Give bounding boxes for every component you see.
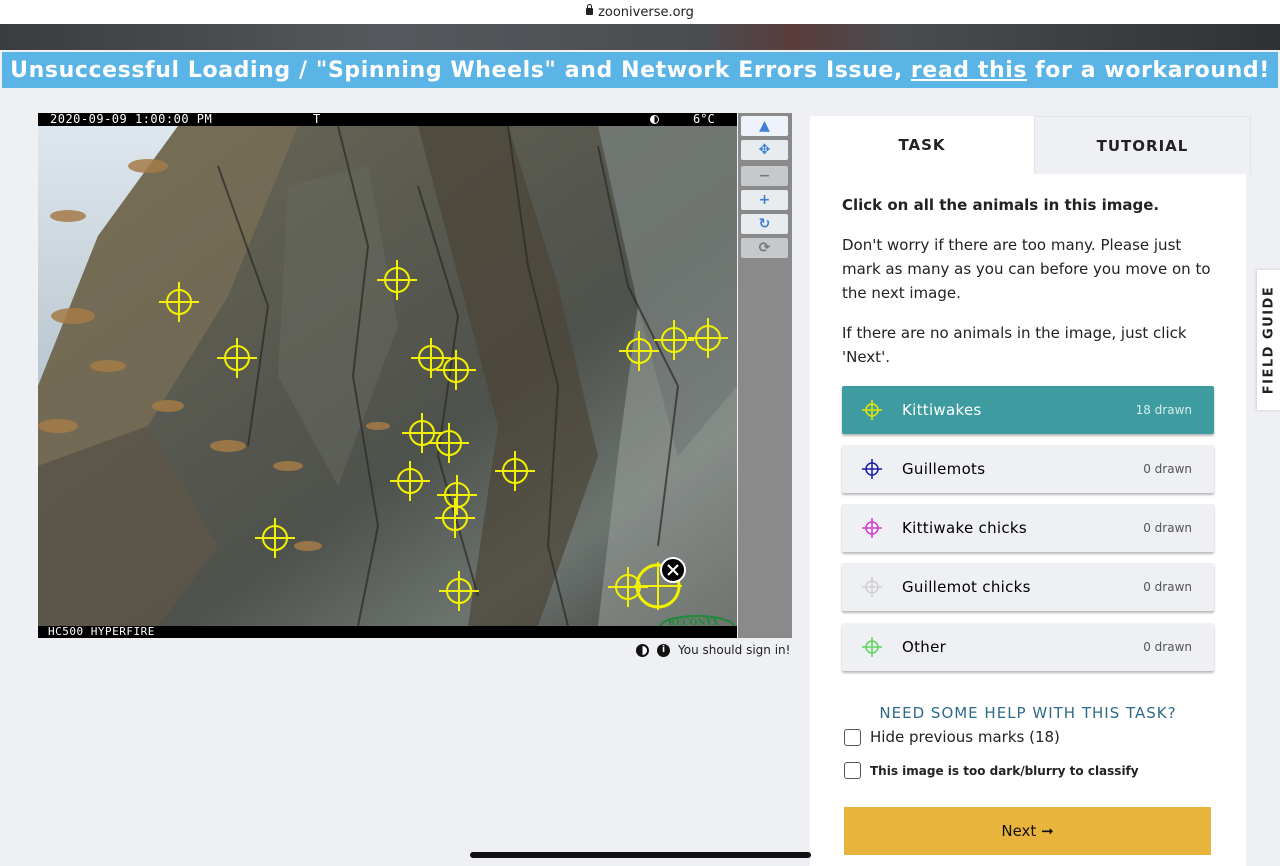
choice-kittiwake-chicks[interactable]: Kittiwake chicks 0 drawn xyxy=(842,504,1214,552)
task-instruction-1: Don't worry if there are too many. Pleas… xyxy=(842,236,1211,302)
cursor-arrow-icon: ▲ xyxy=(759,118,770,134)
task-help-link[interactable]: NEED SOME HELP WITH THIS TASK? xyxy=(842,704,1214,722)
image-toolbar: ▲ ✥ − + ↻ ⟳ xyxy=(738,113,792,638)
choice-count: 18 drawn xyxy=(1135,403,1192,417)
next-button[interactable]: Next ➞ xyxy=(844,807,1211,855)
home-indicator xyxy=(470,852,811,858)
plus-icon: + xyxy=(758,192,771,208)
tab-tutorial[interactable]: TUTORIAL xyxy=(1034,116,1251,174)
reconyx-logo-text: RECONYX xyxy=(668,618,719,628)
choice-count: 0 drawn xyxy=(1143,521,1192,535)
invert-colors-icon[interactable] xyxy=(636,643,649,657)
field-guide-tab[interactable]: FIELD GUIDE xyxy=(1257,270,1280,410)
info-icon[interactable]: i xyxy=(657,643,670,657)
crosshair-icon xyxy=(842,576,902,598)
choice-other[interactable]: Other 0 drawn xyxy=(842,623,1214,671)
annotate-tool-button[interactable]: ▲ xyxy=(741,116,788,136)
subject-image-viewer[interactable]: 2020-09-09 1:00:00 PM T 6°C HC500 HYPERF… xyxy=(38,113,737,638)
choice-count: 0 drawn xyxy=(1143,462,1192,476)
zoom-out-button[interactable]: − xyxy=(741,166,788,186)
task-instruction-2: If there are no animals in the image, ju… xyxy=(842,324,1187,366)
cliff-photo[interactable] xyxy=(38,126,737,626)
crosshair-icon xyxy=(842,458,902,480)
too-dark-label: This image is too dark/blurry to classif… xyxy=(870,763,1139,778)
rotate-button[interactable]: ↻ xyxy=(741,214,788,234)
rotate-icon: ↻ xyxy=(758,216,771,232)
camera-info-bar: 2020-09-09 1:00:00 PM T 6°C xyxy=(38,113,737,126)
header-strip xyxy=(0,24,1280,50)
choice-label: Other xyxy=(902,638,947,656)
sign-in-notice[interactable]: You should sign in! xyxy=(678,643,790,657)
camera-temperature: 6°C xyxy=(693,113,715,126)
task-panel: TASK TUTORIAL Click on all the animals i… xyxy=(810,116,1251,866)
camera-model: HC500 HYPERFIRE xyxy=(48,625,155,638)
too-dark-checkbox[interactable]: This image is too dark/blurry to classif… xyxy=(844,762,1139,779)
task-tabs: TASK TUTORIAL xyxy=(810,116,1251,174)
url-text: zooniverse.org xyxy=(598,4,694,20)
reset-button[interactable]: ⟳ xyxy=(741,238,788,258)
choice-kittiwakes[interactable]: Kittiwakes 18 drawn xyxy=(842,386,1214,434)
hide-marks-checkbox[interactable]: Hide previous marks (18) xyxy=(844,728,1060,746)
camera-model-bar: HC500 HYPERFIRE RECONYX xyxy=(38,618,737,638)
banner-read-this-link[interactable]: read this xyxy=(911,58,1027,83)
checkbox-box[interactable] xyxy=(844,762,861,779)
moon-phase-icon xyxy=(650,115,659,124)
camera-mode: T xyxy=(313,113,321,126)
zoom-in-button[interactable]: + xyxy=(741,190,788,210)
viewer-footer: i You should sign in! xyxy=(636,641,790,659)
delete-mark-button xyxy=(660,557,686,583)
hide-marks-label: Hide previous marks (18) xyxy=(870,728,1060,746)
crosshair-icon xyxy=(842,636,902,658)
move-tool-button[interactable]: ✥ xyxy=(741,140,788,160)
field-guide-label: FIELD GUIDE xyxy=(1261,285,1276,395)
move-arrows-icon: ✥ xyxy=(758,142,771,158)
checkbox-box[interactable] xyxy=(844,728,861,746)
camera-datetime: 2020-09-09 1:00:00 PM xyxy=(50,113,213,126)
reset-icon: ⟳ xyxy=(758,240,771,256)
choice-label: Guillemots xyxy=(902,460,986,478)
lock-icon xyxy=(586,3,594,15)
crosshair-icon xyxy=(842,399,902,421)
choice-guillemots[interactable]: Guillemots 0 drawn xyxy=(842,445,1214,493)
crosshair-icon xyxy=(842,517,902,539)
browser-url-bar[interactable]: zooniverse.org xyxy=(0,0,1280,24)
tab-task[interactable]: TASK xyxy=(810,116,1034,174)
announcement-banner: Unsuccessful Loading / "Spinning Wheels"… xyxy=(2,52,1278,88)
task-heading: Click on all the animals in this image. xyxy=(842,196,1160,214)
choice-label: Kittiwakes xyxy=(902,401,982,419)
banner-text-after: for a workaround! xyxy=(1035,57,1270,83)
choice-count: 0 drawn xyxy=(1143,580,1192,594)
banner-text-before: Unsuccessful Loading / "Spinning Wheels"… xyxy=(10,57,903,83)
choice-guillemot-chicks[interactable]: Guillemot chicks 0 drawn xyxy=(842,563,1214,611)
choice-count: 0 drawn xyxy=(1143,640,1192,654)
choice-label: Kittiwake chicks xyxy=(902,519,1028,537)
minus-icon: − xyxy=(758,168,771,184)
choice-label: Guillemot chicks xyxy=(902,578,1031,596)
